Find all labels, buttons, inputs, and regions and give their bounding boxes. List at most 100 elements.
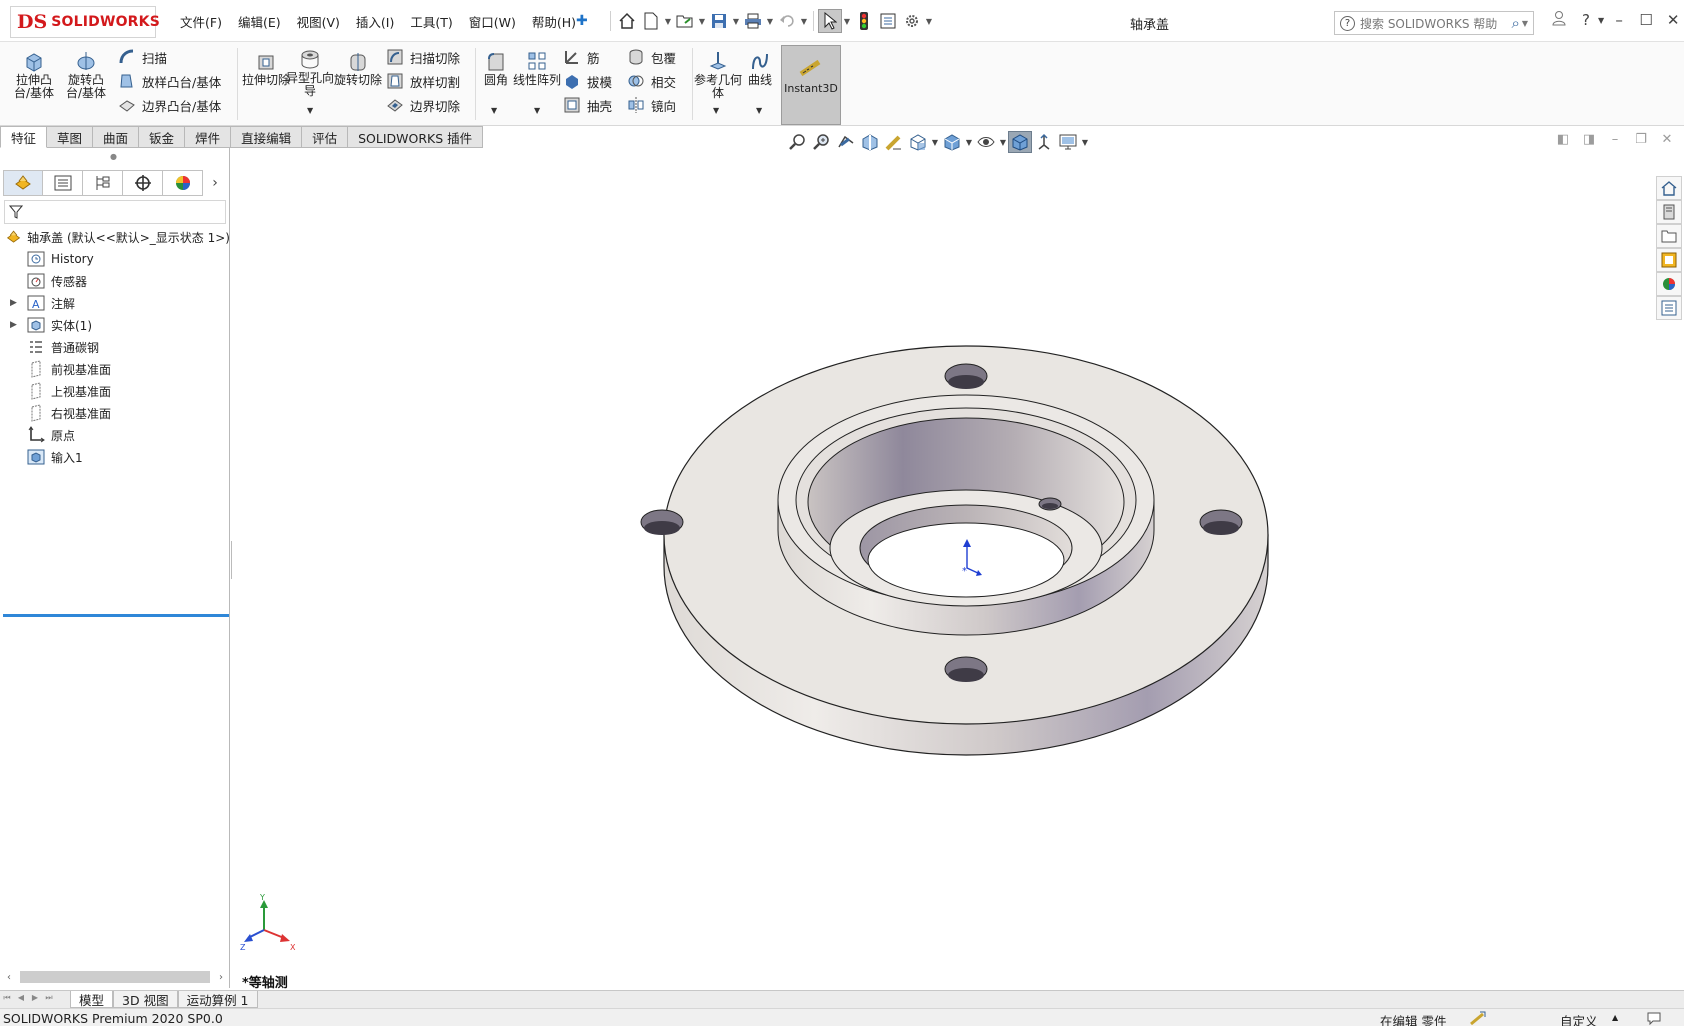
chevron-down-icon[interactable]: ▼ (731, 17, 741, 26)
hole-wizard-button[interactable]: 异型孔向导 (284, 48, 336, 98)
chevron-down-icon[interactable]: ▼ (713, 106, 719, 115)
tree-item-origin[interactable]: 原点 (0, 424, 230, 446)
undo-icon[interactable] (775, 9, 799, 33)
viewport-close-icon[interactable]: ✕ (1654, 132, 1680, 147)
chevron-down-icon[interactable]: ▼ (799, 17, 809, 26)
design-library-icon[interactable] (1656, 200, 1682, 224)
chevron-down-icon[interactable]: ▼ (663, 17, 673, 26)
linear-pattern-button[interactable]: 线性阵列 (511, 50, 563, 87)
tree-item-top-plane[interactable]: 上视基准面 (0, 380, 230, 402)
tree-item-right-plane[interactable]: 右视基准面 (0, 402, 230, 424)
next-page-icon[interactable]: ◨ (1576, 132, 1602, 147)
scroll-left-icon[interactable]: ‹ (0, 972, 18, 983)
view-palette-icon[interactable] (1656, 248, 1682, 272)
chevron-down-icon[interactable]: ▼ (697, 17, 707, 26)
next-tab-icon[interactable]: ▶ (28, 993, 42, 1007)
tree-item-solid-bodies[interactable]: ▶ 实体(1) (0, 314, 230, 336)
close-icon[interactable]: ✕ (1661, 11, 1684, 29)
tree-item-front-plane[interactable]: 前视基准面 (0, 358, 230, 380)
previous-tab-icon[interactable]: ◀ (14, 993, 28, 1007)
graphics-area[interactable]: * Y X Z *等轴测 (232, 148, 1652, 991)
tab-solidworks-addins[interactable]: SOLIDWORKS 插件 (348, 126, 484, 148)
menu-tools[interactable]: 工具(T) (410, 12, 452, 31)
units-system[interactable]: 自定义 (1560, 1011, 1598, 1026)
solidworks-resources-icon[interactable] (1656, 176, 1682, 200)
options-icon[interactable] (900, 9, 924, 33)
rebuild-icon[interactable] (852, 9, 876, 33)
open-icon[interactable] (673, 9, 697, 33)
file-explorer-icon[interactable] (1656, 224, 1682, 248)
tree-item-sensors[interactable]: 传感器 (0, 270, 230, 292)
bearing-cover-model[interactable]: * (232, 148, 1652, 990)
chevron-down-icon[interactable]: ▼ (998, 138, 1008, 147)
tab-weldments[interactable]: 焊件 (185, 126, 232, 148)
menu-view[interactable]: 视图(V) (297, 12, 340, 31)
last-tab-icon[interactable]: ⏭ (42, 993, 56, 1007)
menu-insert[interactable]: 插入(I) (356, 12, 394, 31)
help-menu-icon[interactable]: ? (1574, 11, 1598, 29)
menu-edit[interactable]: 编辑(E) (238, 12, 281, 31)
section-view-icon[interactable] (858, 131, 882, 153)
units-caret-icon[interactable]: ▲ (1612, 1013, 1618, 1022)
rebuild-status-icon[interactable] (1470, 1011, 1486, 1026)
menu-window[interactable]: 窗口(W) (469, 12, 516, 31)
sweep-button[interactable]: 扫描 (118, 46, 167, 68)
home-icon[interactable] (615, 9, 639, 33)
dynamic-annotation-icon[interactable] (882, 131, 906, 153)
boundary-cut-button[interactable]: 边界切除 (386, 94, 460, 116)
tab-features[interactable]: 特征 (0, 126, 48, 148)
menu-file[interactable]: 文件(F) (180, 12, 222, 31)
zoom-to-area-icon[interactable] (810, 131, 834, 153)
dimxpert-manager-tab[interactable] (123, 170, 163, 196)
tab-sketch[interactable]: 草图 (47, 126, 94, 148)
previous-page-icon[interactable]: ◧ (1550, 132, 1576, 147)
loft-cut-button[interactable]: 放样切割 (386, 70, 460, 92)
save-icon[interactable] (707, 9, 731, 33)
tree-filter-box[interactable] (4, 200, 226, 224)
display-style-icon[interactable] (940, 131, 964, 153)
viewport-minimize-icon[interactable]: – (1602, 132, 1628, 147)
chevron-down-icon[interactable]: ▼ (756, 106, 762, 115)
tab-sheet-metal[interactable]: 钣金 (139, 126, 186, 148)
custom-properties-icon[interactable] (1656, 296, 1682, 320)
tab-motion-study[interactable]: 运动算例 1 (177, 991, 258, 1008)
expand-arrow-icon[interactable]: ▶ (10, 298, 17, 308)
pin-menu-icon[interactable]: ✚ (576, 13, 588, 29)
chevron-down-icon[interactable]: ▼ (491, 106, 497, 115)
search-icon[interactable]: ⌕ (1511, 14, 1519, 32)
tree-item-material[interactable]: 普通碳钢 (0, 336, 230, 358)
file-properties-icon[interactable] (876, 9, 900, 33)
panel-grip-icon[interactable]: ● (110, 152, 117, 161)
revolve-boss-button[interactable]: 旋转凸台/基体 (60, 50, 112, 100)
maximize-icon[interactable]: ☐ (1634, 11, 1658, 29)
property-manager-tab[interactable] (43, 170, 83, 196)
view-orientation-icon[interactable] (906, 131, 930, 153)
chevron-down-icon[interactable]: ▼ (842, 17, 852, 26)
display-manager-tab[interactable] (163, 170, 203, 196)
first-tab-icon[interactable]: ⏮ (0, 993, 14, 1007)
tab-surfaces[interactable]: 曲面 (93, 126, 140, 148)
previous-view-icon[interactable] (834, 131, 858, 153)
configuration-manager-tab[interactable] (83, 170, 123, 196)
tab-model[interactable]: 模型 (70, 991, 114, 1008)
select-icon[interactable] (818, 9, 842, 33)
mirror-button[interactable]: 镜向 (627, 94, 676, 116)
print-icon[interactable] (741, 9, 765, 33)
tree-item-annotations[interactable]: ▶ A 注解 (0, 292, 230, 314)
scroll-right-icon[interactable]: › (212, 972, 230, 983)
tree-root-part[interactable]: 轴承盖 (默认<<默认>_显示状态 1>) (0, 226, 230, 248)
tab-evaluate[interactable]: 评估 (302, 126, 349, 148)
hide-show-items-icon[interactable] (974, 131, 998, 153)
solidworks-logo[interactable]: DS SOLIDWORKS (10, 6, 160, 38)
quick-tips-icon[interactable] (1646, 1011, 1662, 1026)
instant3d-button[interactable]: Instant3D (781, 45, 841, 125)
chevron-down-icon[interactable]: ▼ (964, 138, 974, 147)
boundary-boss-button[interactable]: 边界凸台/基体 (118, 94, 221, 116)
intersect-button[interactable]: 相交 (627, 70, 676, 92)
tab-3d-views[interactable]: 3D 视图 (113, 991, 178, 1008)
chevron-down-icon[interactable]: ▼ (924, 17, 934, 26)
tree-item-imported-body[interactable]: 输入1 (0, 446, 230, 468)
scroll-thumb[interactable] (20, 971, 210, 983)
zoom-to-fit-icon[interactable] (786, 131, 810, 153)
chevron-down-icon[interactable]: ▼ (1598, 16, 1604, 25)
